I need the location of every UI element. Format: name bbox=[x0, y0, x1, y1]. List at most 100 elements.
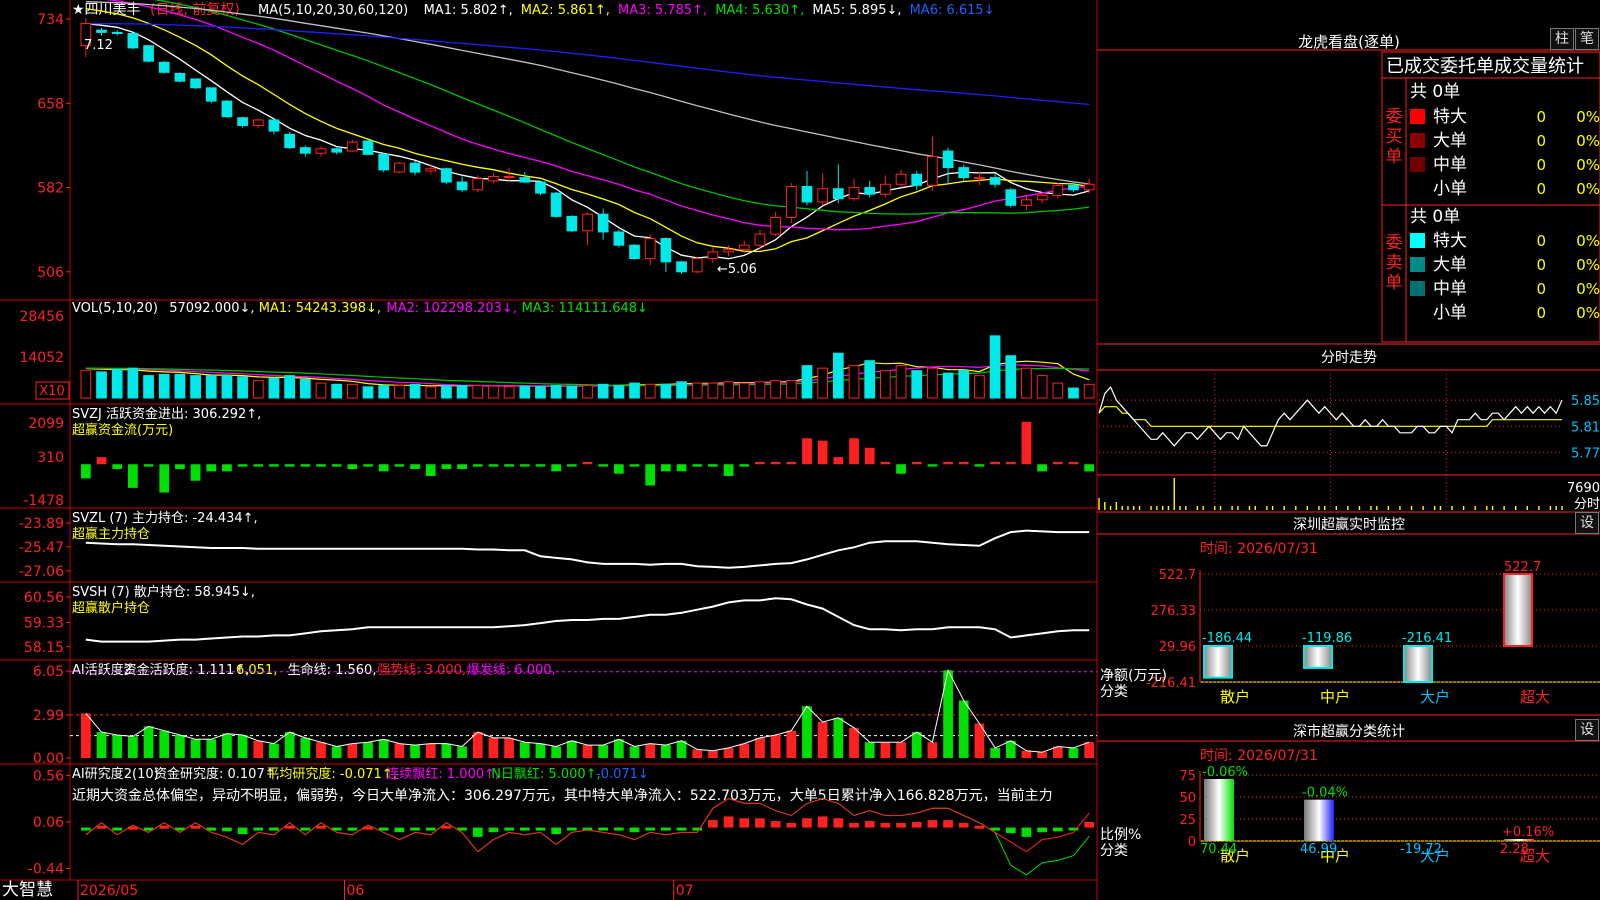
bar-mode-button[interactable]: 柱 bbox=[1550, 28, 1574, 50]
fund-flow-bar bbox=[958, 461, 969, 465]
activity-bar bbox=[864, 742, 875, 758]
activity-bar bbox=[833, 717, 844, 758]
research-comment: 近期大资金总体偏空，异动不明显，偏弱势，今日大单净流入：306.297万元，其中… bbox=[72, 787, 1053, 804]
fund-flow-bar bbox=[770, 461, 781, 465]
fund-flow-bar bbox=[96, 457, 107, 465]
volume-bar bbox=[770, 380, 781, 399]
volume-bar bbox=[96, 371, 107, 399]
activity-bar bbox=[927, 742, 938, 758]
fund-flow-bar bbox=[159, 464, 170, 493]
fund-flow-bar bbox=[535, 464, 546, 467]
research-bar bbox=[1021, 827, 1032, 837]
fund-flow-bar bbox=[927, 464, 938, 467]
volume-bar bbox=[691, 382, 703, 399]
price-ma3-line bbox=[104, 0, 1090, 231]
activity-bar bbox=[896, 742, 906, 758]
candle-body bbox=[613, 231, 625, 246]
fund-flow-bar bbox=[347, 464, 358, 469]
pen-mode-button[interactable]: 笔 bbox=[1575, 28, 1599, 50]
volume-bar bbox=[143, 375, 154, 399]
research-bar bbox=[943, 820, 953, 828]
volume-bar bbox=[1083, 383, 1095, 399]
intraday-ytick-0: 5.85 bbox=[1571, 394, 1600, 409]
monitor-settings-button[interactable]: 设 bbox=[1575, 512, 1599, 534]
retail-legend-0: SVSH (7) 散户持仓: 58.945↓, bbox=[72, 584, 255, 600]
candle-body bbox=[880, 183, 891, 195]
retail-legend-1: 超赢散户持仓 bbox=[72, 600, 150, 616]
fund-flow-bar bbox=[269, 464, 279, 467]
x-label-0: 2026/05 bbox=[80, 883, 138, 899]
research-bar bbox=[410, 827, 420, 831]
candle-body bbox=[252, 119, 264, 127]
activity-bar bbox=[958, 700, 969, 758]
buy-swatch-0 bbox=[1410, 109, 1425, 124]
classify-settings-button[interactable]: 设 bbox=[1575, 719, 1599, 741]
activity-bar bbox=[692, 749, 703, 758]
monitor-bar-3 bbox=[1503, 573, 1533, 647]
volume-bar bbox=[927, 367, 938, 399]
price-legend-2: MA2: 5.861↑, bbox=[521, 3, 610, 18]
fund-flow-bar bbox=[253, 464, 264, 467]
research-bar bbox=[1052, 827, 1063, 832]
volume-bar bbox=[456, 385, 468, 399]
fund-flow-bar bbox=[1084, 464, 1095, 472]
research-bar bbox=[708, 820, 718, 828]
intraday-vol-unit: 分时 bbox=[1574, 497, 1600, 512]
volume-bar bbox=[315, 382, 327, 399]
research-bar bbox=[817, 816, 828, 828]
volume-bar bbox=[299, 378, 311, 399]
research-bar bbox=[488, 827, 499, 833]
res-legend-4: N日飘红: 5.000↑, bbox=[491, 766, 600, 782]
activity-bar bbox=[519, 742, 530, 758]
candle-body bbox=[503, 175, 515, 178]
candle-body bbox=[864, 187, 876, 195]
candle-body bbox=[785, 185, 797, 219]
candle-body bbox=[989, 177, 1001, 185]
candle-body bbox=[550, 192, 562, 217]
fund-flow-bar bbox=[723, 464, 734, 477]
fund-flow-bar bbox=[378, 464, 389, 472]
volume-bar bbox=[582, 385, 593, 399]
research-bar bbox=[755, 818, 765, 828]
volume-bar bbox=[488, 385, 499, 399]
activity-bar bbox=[347, 743, 358, 758]
classify-top-label-0: -0.06% bbox=[1202, 765, 1248, 780]
activity-bar bbox=[128, 736, 138, 758]
research-bar bbox=[911, 822, 922, 828]
sell-swatch-0 bbox=[1410, 233, 1425, 248]
buy-label-char: 委 bbox=[1386, 107, 1403, 127]
volume-bar bbox=[864, 360, 876, 399]
candle-body bbox=[691, 258, 703, 273]
price-ytick-3: 506 bbox=[37, 265, 64, 281]
price-ytick-2: 582 bbox=[37, 181, 64, 197]
intraday-vol-label: 7690 bbox=[1567, 481, 1600, 496]
activity-bar bbox=[1021, 750, 1032, 758]
volume-bar bbox=[911, 370, 923, 399]
intraday-ytick-1: 5.81 bbox=[1571, 420, 1600, 435]
activity-bar bbox=[551, 746, 562, 758]
sell-row-count-2: 0 bbox=[1536, 280, 1546, 298]
retail-ytick-0: 60.56 bbox=[24, 590, 64, 606]
activity-bar bbox=[582, 745, 593, 758]
fund-flow-bar bbox=[864, 447, 875, 465]
fund-flow-bar bbox=[1005, 461, 1016, 465]
fund-flow-bar bbox=[880, 461, 891, 465]
candle-body bbox=[942, 150, 954, 169]
buy-row-pct-2: 0% bbox=[1576, 156, 1600, 174]
vol-legend-0: VOL(5,10,20) bbox=[72, 301, 158, 316]
buy-swatch-1 bbox=[1410, 133, 1425, 148]
candle-body bbox=[958, 167, 970, 179]
activity-bar bbox=[363, 742, 373, 758]
fund-flow-bar bbox=[441, 464, 452, 469]
volume-bar bbox=[1005, 355, 1017, 399]
candle-body bbox=[346, 141, 358, 152]
activity-bar bbox=[1084, 742, 1095, 758]
activity-line bbox=[85, 668, 1090, 753]
volume-bar bbox=[1036, 375, 1048, 399]
act-legend-2: 6.051, bbox=[236, 663, 277, 678]
activity-bar bbox=[613, 739, 624, 758]
candle-body bbox=[848, 187, 860, 200]
activity-bar bbox=[849, 727, 859, 758]
fund-flow-bar bbox=[316, 464, 326, 467]
classify-value-0: 70.44 bbox=[1200, 842, 1237, 857]
